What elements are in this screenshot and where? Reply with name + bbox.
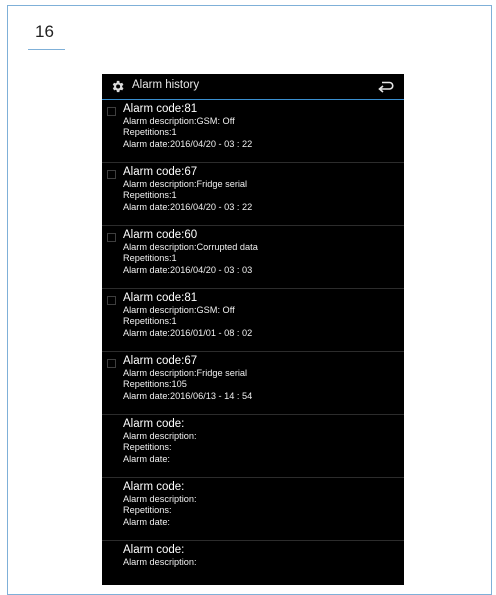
alarm-repetitions: Repetitions:1 xyxy=(123,316,177,327)
alarm-checkbox[interactable] xyxy=(107,107,116,116)
alarm-code: Alarm code:67 xyxy=(123,355,198,367)
alarm-code: Alarm code:60 xyxy=(123,229,198,241)
alarm-code: Alarm code: xyxy=(123,544,185,556)
alarm-description: Alarm description: xyxy=(123,557,197,567)
alarm-code: Alarm code: xyxy=(123,481,185,493)
alarm-checkbox[interactable] xyxy=(107,233,116,242)
alarm-code: Alarm code:67 xyxy=(123,166,198,178)
alarm-date: Alarm date: xyxy=(123,516,170,527)
alarm-description: Alarm description:Fridge serial xyxy=(123,179,248,189)
alarm-list-item[interactable]: Alarm code:67 Alarm description:Fridge s… xyxy=(102,352,404,415)
alarm-date: Alarm date:2016/06/13 - 14 : 54 xyxy=(123,390,253,401)
alarm-list: Alarm code:81 Alarm description:GSM: Off… xyxy=(102,100,404,585)
alarm-code: Alarm code: xyxy=(123,418,185,430)
gear-icon[interactable] xyxy=(110,79,125,94)
alarm-code: Alarm code:81 xyxy=(123,292,198,304)
alarm-date: Alarm date:2016/01/01 - 08 : 02 xyxy=(123,327,253,338)
alarm-description: Alarm description:Fridge serial xyxy=(123,368,248,378)
alarm-checkbox[interactable] xyxy=(107,170,116,179)
alarm-description: Alarm description: xyxy=(123,494,197,504)
back-arrow-icon[interactable] xyxy=(378,80,394,93)
alarm-description: Alarm description:GSM: Off xyxy=(123,116,235,126)
alarm-list-item[interactable]: Alarm code: Alarm description: xyxy=(102,541,404,585)
alarm-description: Alarm description:GSM: Off xyxy=(123,305,235,315)
alarm-list-item[interactable]: Alarm code:81 Alarm description:GSM: Off… xyxy=(102,100,404,163)
alarm-checkbox[interactable] xyxy=(107,296,116,305)
alarm-repetitions: Repetitions:1 xyxy=(123,127,177,138)
alarm-repetitions: Repetitions:105 xyxy=(123,379,187,390)
alarm-date: Alarm date:2016/04/20 - 03 : 22 xyxy=(123,138,253,149)
alarm-description: Alarm description:Corrupted data xyxy=(123,242,258,252)
page-number: 16 xyxy=(35,22,54,41)
alarm-list-item[interactable]: Alarm code: Alarm description: Repetitio… xyxy=(102,415,404,478)
alarm-repetitions: Repetitions:1 xyxy=(123,190,177,201)
alarm-code: Alarm code:81 xyxy=(123,103,198,115)
alarm-list-item[interactable]: Alarm code:81 Alarm description:GSM: Off… xyxy=(102,289,404,352)
alarm-description: Alarm description: xyxy=(123,431,197,441)
action-bar: Alarm history xyxy=(102,74,404,100)
alarm-repetitions: Repetitions:1 xyxy=(123,253,177,264)
alarm-date: Alarm date:2016/04/20 - 03 : 03 xyxy=(123,264,253,275)
alarm-list-item[interactable]: Alarm code:60 Alarm description:Corrupte… xyxy=(102,226,404,289)
alarm-date: Alarm date: xyxy=(123,453,170,464)
phone-screen: Alarm history Alarm code:81 Alarm descri… xyxy=(102,74,404,585)
alarm-repetitions: Repetitions: xyxy=(123,505,172,516)
alarm-date: Alarm date:2016/04/20 - 03 : 22 xyxy=(123,201,253,212)
page-number-underline xyxy=(28,49,65,50)
screen-title: Alarm history xyxy=(132,79,200,91)
alarm-list-item[interactable]: Alarm code:67 Alarm description:Fridge s… xyxy=(102,163,404,226)
alarm-checkbox[interactable] xyxy=(107,359,116,368)
alarm-repetitions: Repetitions: xyxy=(123,442,172,453)
alarm-list-item[interactable]: Alarm code: Alarm description: Repetitio… xyxy=(102,478,404,541)
